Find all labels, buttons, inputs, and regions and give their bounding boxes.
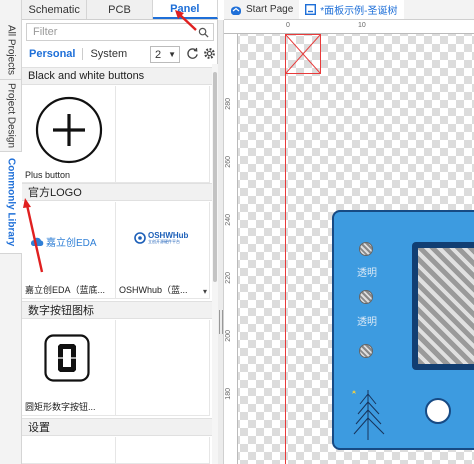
refresh-icon[interactable]	[186, 47, 199, 60]
scope-tab-system-label: System	[90, 48, 128, 60]
library-item-oshwhub-logo[interactable]: OSHWHub 立创开源硬件平台 OSHWhub（蓝... ▾	[116, 202, 210, 299]
digit-button-icon	[44, 334, 90, 382]
search-icon[interactable]	[198, 27, 209, 38]
panel-file-icon	[305, 4, 317, 15]
panel-tab-bar: Schematic PCB Panel	[22, 0, 218, 20]
vtab-project-design-label: Project Design	[5, 82, 17, 149]
gear-icon[interactable]	[203, 47, 216, 60]
ruler-label: 260	[225, 156, 232, 168]
ruler-label: 0	[286, 22, 290, 29]
library-scope-row: Personal System 2 ▼	[22, 44, 218, 64]
zoom-select[interactable]: 2 ▼	[150, 46, 180, 63]
plus-button-icon	[35, 96, 103, 164]
vtab-all-projects[interactable]: All Projects	[0, 22, 22, 80]
ruler-left: 280 260 240 220 200 180	[224, 34, 238, 464]
oshwhub-logo-icon	[134, 232, 146, 244]
oshwhub-logo-subtext: 立创开源硬件平台	[148, 239, 180, 244]
doc-tab-panel-example[interactable]: *面板示例-圣诞树	[299, 0, 404, 19]
scope-tab-personal-label: Personal	[29, 48, 76, 60]
scope-tab-system[interactable]: System	[83, 44, 134, 64]
ruler-label: 240	[225, 214, 232, 226]
knob-icon[interactable]	[359, 290, 373, 304]
doc-tab-start-page[interactable]: Start Page	[224, 0, 299, 19]
home-icon	[231, 6, 241, 15]
chevron-down-icon: ▼	[168, 50, 176, 59]
filter-field[interactable]	[26, 23, 214, 41]
tab-pcb-label: PCB	[108, 3, 131, 16]
round-button[interactable]	[425, 398, 451, 424]
jlc-eda-logo-text: 嘉立创EDA	[46, 238, 97, 249]
scope-tab-personal[interactable]: Personal	[22, 44, 82, 64]
library-item-caption: 嘉立创EDA（蓝底...	[25, 285, 106, 295]
section-title: Black and white buttons	[28, 70, 145, 82]
origin-marker	[285, 34, 321, 74]
jlc-eda-logo: 嘉立创EDA	[30, 234, 97, 249]
vertical-tab-bar: All Projects Project Design Commonly Lib…	[0, 0, 22, 464]
splitter-grip[interactable]	[219, 310, 223, 334]
library-item-caption: OSHWhub（蓝...	[119, 285, 188, 295]
oshwhub-logo: OSHWHub 立创开源硬件平台	[134, 232, 188, 244]
guide-line	[285, 34, 286, 464]
tab-schematic-label: Schematic	[28, 3, 80, 16]
filter-input[interactable]	[33, 26, 193, 38]
ruler-label: 220	[225, 272, 232, 284]
tab-pcb[interactable]: PCB	[87, 0, 153, 19]
display-screen	[412, 242, 474, 370]
vtab-project-design[interactable]: Project Design	[0, 80, 22, 152]
display-hatch	[418, 248, 474, 364]
section-header-black-white-buttons[interactable]: Black and white buttons	[22, 67, 212, 85]
origin-cross-icon	[285, 34, 321, 74]
cloud-icon	[30, 237, 44, 246]
section-header-settings[interactable]: 设置	[22, 418, 212, 436]
design-canvas[interactable]: 0 10 280 260 240 220 200 180 透明 透明	[224, 20, 474, 464]
section-title: 设置	[28, 422, 50, 434]
library-panel: Schematic PCB Panel Personal System 2▼ B…	[22, 0, 218, 464]
panel-device[interactable]: 透明 透明	[332, 210, 474, 450]
library-item-placeholder[interactable]	[116, 437, 210, 464]
doc-tab-panel-example-label: *面板示例-圣诞树	[320, 6, 398, 17]
ruler-top: 0 10	[224, 20, 474, 34]
library-item-caption: 圆矩形数字按钮...	[25, 402, 96, 412]
library-item-jlc-eda-logo[interactable]: 嘉立创EDA 嘉立创EDA（蓝底...	[22, 202, 116, 299]
library-item-empty[interactable]	[116, 320, 210, 416]
library-item-caption: Plus button	[25, 170, 71, 180]
ruler-label: 200	[225, 330, 232, 342]
chevron-down-icon[interactable]: ▾	[203, 287, 207, 296]
section-header-number-buttons[interactable]: 数字按钮图标	[22, 301, 212, 319]
vtab-commonly-library-label: Commonly Library	[5, 158, 17, 247]
ruler-label: 180	[225, 388, 232, 400]
vtab-all-projects-label: All Projects	[5, 25, 17, 76]
tab-schematic[interactable]: Schematic	[22, 0, 88, 19]
document-tab-bar: Start Page *面板示例-圣诞树	[224, 0, 474, 20]
library-item-placeholder[interactable]	[22, 437, 116, 464]
library-item-empty[interactable]	[116, 86, 210, 183]
section-header-official-logo[interactable]: 官方LOGO	[22, 183, 212, 201]
section-title: 数字按钮图标	[28, 305, 94, 317]
library-item-plus-button[interactable]: Plus button	[22, 86, 116, 183]
section-title: 官方LOGO	[28, 187, 82, 199]
knob-label: 透明	[357, 268, 377, 279]
tab-panel[interactable]: Panel	[152, 0, 218, 19]
ruler-label: 280	[225, 98, 232, 110]
vtab-commonly-library[interactable]: Commonly Library	[0, 152, 22, 254]
ruler-label: 10	[358, 22, 366, 29]
knob-label: 透明	[357, 317, 377, 328]
christmas-tree-icon	[352, 390, 385, 440]
doc-tab-start-page-label: Start Page	[246, 4, 294, 15]
zoom-select-value: 2	[155, 48, 162, 61]
knob-icon[interactable]	[359, 242, 373, 256]
knob-icon[interactable]	[359, 344, 373, 358]
panel-scrollbar-thumb[interactable]	[213, 72, 217, 282]
library-item-number-button[interactable]: 圆矩形数字按钮...	[22, 320, 116, 416]
tab-panel-label: Panel	[170, 2, 200, 15]
